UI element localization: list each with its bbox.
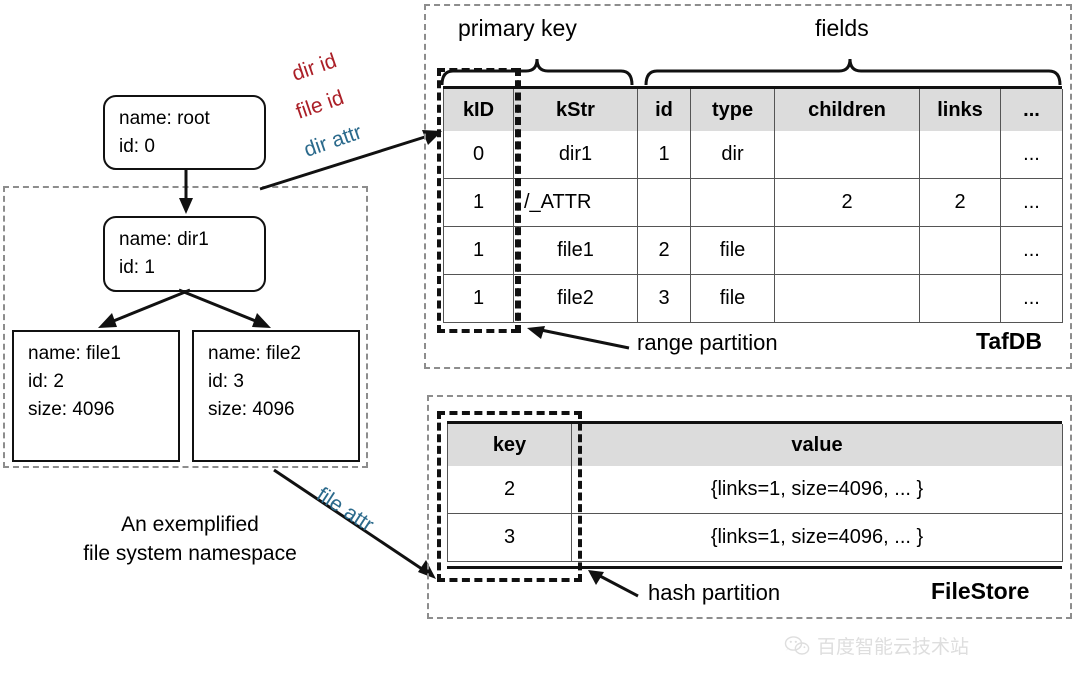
- filestore-r0-value: {links=1, size=4096, ... }: [571, 466, 1063, 514]
- edge-label-dir-id: dir id: [289, 49, 340, 86]
- watermark-text: 百度智能云技术站: [817, 636, 970, 658]
- tafdb-r0-id: 1: [637, 131, 691, 179]
- tafdb-r2-type: file: [690, 226, 775, 275]
- brace-label-fields: fields: [815, 15, 869, 41]
- filestore-store-name: FileStore: [931, 578, 1030, 604]
- tree-node-file2-name: name: file2: [208, 343, 301, 364]
- tafdb-col-more: ...: [1000, 89, 1063, 131]
- brace-fields: [644, 58, 1062, 86]
- filestore-partition-arrow: [588, 570, 639, 598]
- filestore-hash-partition-box: [437, 411, 582, 582]
- tafdb-r0-type: dir: [690, 131, 775, 179]
- tafdb-partition-label: range partition: [637, 330, 778, 355]
- tafdb-r0-children: [774, 131, 920, 179]
- tree-node-file1-size: size: 4096: [28, 399, 115, 420]
- tree-node-dir1-name: name: dir1: [119, 229, 209, 250]
- diagram-canvas: name: root id: 0 name: dir1 id: 1 name: …: [0, 0, 1080, 684]
- tree-node-file1-name: name: file1: [28, 343, 121, 364]
- tafdb-r0-links: [919, 131, 1001, 179]
- tree-node-file1-id: id: 2: [28, 371, 64, 392]
- tafdb-table: kID kStr id type children links ... 0 di…: [443, 89, 1063, 323]
- edge-root-to-dir1: [179, 168, 193, 214]
- filestore-r1-value: {links=1, size=4096, ... }: [571, 513, 1063, 562]
- tafdb-r3-type: file: [690, 274, 775, 323]
- tafdb-r2-more: ...: [1000, 226, 1063, 275]
- tafdb-r1-id: [637, 178, 691, 227]
- tafdb-r0-more: ...: [1000, 131, 1063, 179]
- tafdb-col-links: links: [919, 89, 1001, 131]
- tafdb-r0-kstr: dir1: [513, 131, 638, 179]
- tree-node-file2-id: id: 3: [208, 371, 244, 392]
- tafdb-r3-children: [774, 274, 920, 323]
- table-row: 1 /_ATTR 2 2 ...: [443, 178, 1063, 227]
- wechat-icon: [784, 635, 810, 655]
- tafdb-col-kstr: kStr: [513, 89, 638, 131]
- tafdb-r3-links: [919, 274, 1001, 323]
- tree-node-dir1[interactable]: name: dir1 id: 1: [103, 216, 266, 292]
- tafdb-r3-more: ...: [1000, 274, 1063, 323]
- tafdb-r1-more: ...: [1000, 178, 1063, 227]
- watermark: 百度智能云技术站: [784, 632, 969, 659]
- tree-node-file1[interactable]: name: file1 id: 2 size: 4096: [12, 330, 180, 462]
- filestore-partition-label: hash partition: [648, 580, 781, 605]
- tafdb-r2-links: [919, 226, 1001, 275]
- filestore-col-value: value: [571, 424, 1063, 466]
- tafdb-r1-kstr: /_ATTR: [513, 178, 638, 227]
- tafdb-r2-children: [774, 226, 920, 275]
- tree-node-file2[interactable]: name: file2 id: 3 size: 4096: [192, 330, 360, 462]
- tafdb-r2-id: 2: [637, 226, 691, 275]
- tafdb-r1-children: 2: [774, 178, 920, 227]
- tafdb-r3-kstr: file2: [513, 274, 638, 323]
- tree-node-root-id: id: 0: [119, 136, 155, 157]
- brace-label-primary-key: primary key: [458, 15, 577, 41]
- tree-node-file2-size: size: 4096: [208, 399, 295, 420]
- edge-label-file-id: file id: [293, 86, 347, 124]
- tafdb-header-row: kID kStr id type children links ...: [443, 89, 1063, 131]
- tafdb-r2-kstr: file1: [513, 226, 638, 275]
- tafdb-store-name: TafDB: [976, 328, 1043, 354]
- tafdb-col-children: children: [774, 89, 920, 131]
- tafdb-r1-links: 2: [919, 178, 1001, 227]
- tree-node-root-name: name: root: [119, 108, 210, 129]
- tree-node-root[interactable]: name: root id: 0: [103, 95, 266, 170]
- table-row: 1 file2 3 file ...: [443, 274, 1063, 323]
- tafdb-col-id: id: [637, 89, 691, 131]
- table-row: 1 file1 2 file ...: [443, 226, 1063, 275]
- tafdb-partition-arrow: [527, 326, 630, 350]
- tafdb-r3-id: 3: [637, 274, 691, 323]
- tafdb-range-partition-box: [437, 68, 519, 333]
- tree-node-dir1-id: id: 1: [119, 257, 155, 278]
- table-row: 0 dir1 1 dir ...: [443, 131, 1063, 179]
- tafdb-r1-type: [690, 178, 775, 227]
- tafdb-col-type: type: [690, 89, 775, 131]
- tafdb-range-partition-divider: [517, 68, 521, 333]
